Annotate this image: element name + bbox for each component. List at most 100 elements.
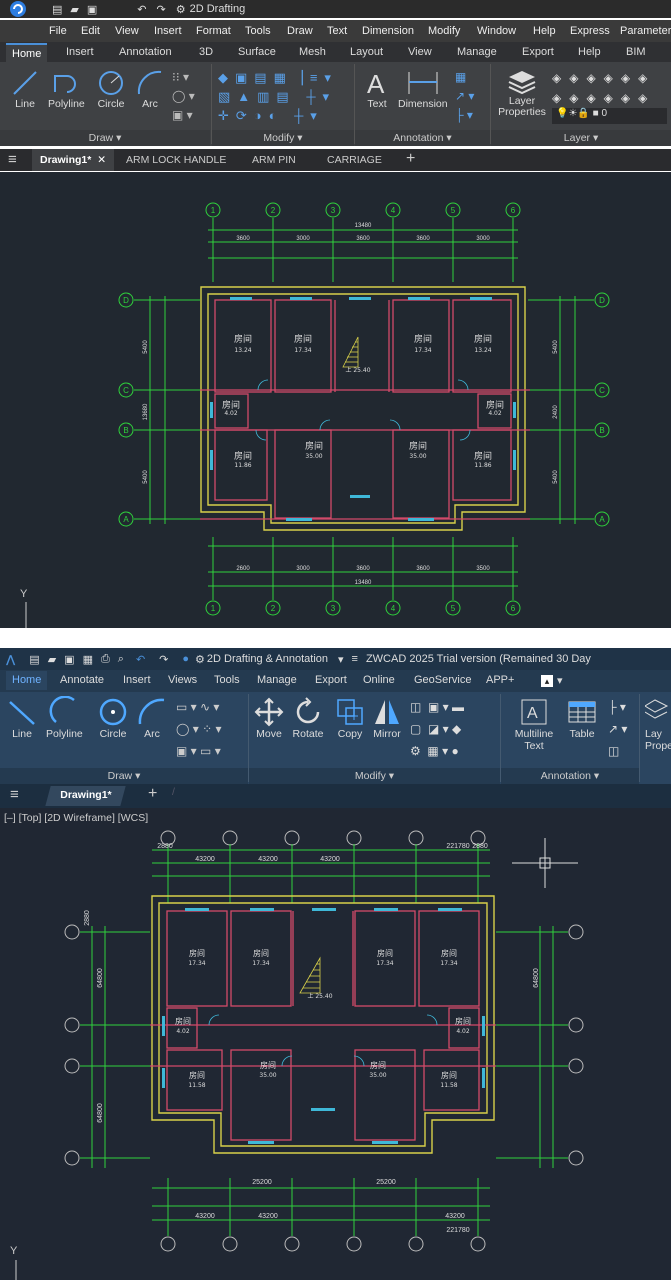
tab-help[interactable]: Help (578, 46, 601, 58)
annotation-panel-title[interactable]: Annotation ▾ (501, 768, 639, 784)
doc-tab-arm-lock-handle[interactable]: ARM LOCK HANDLE (126, 154, 226, 166)
help-icon[interactable]: ● (182, 653, 189, 665)
workspace-gear-icon[interactable]: ⚙ (195, 653, 205, 666)
tab-views[interactable]: Views (168, 674, 197, 686)
tab-manage[interactable]: Manage (457, 46, 497, 58)
tab-export[interactable]: Export (315, 674, 347, 686)
menu-express[interactable]: Express (570, 25, 610, 37)
tab-online[interactable]: Online (363, 674, 395, 686)
tab-manage[interactable]: Manage (257, 674, 297, 686)
move-button[interactable]: Move (253, 696, 285, 740)
copy-button[interactable]: Copy (334, 696, 366, 740)
layer-properties-label: Layer Properties (498, 95, 546, 118)
menu-text[interactable]: Text (327, 25, 347, 37)
doc-tab-drawing1[interactable]: Drawing1* (45, 786, 127, 806)
menu-dimension[interactable]: Dimension (362, 25, 414, 37)
multiline-text-button[interactable]: A Multiline Text (508, 696, 560, 752)
drawing-canvas[interactable]: [–] [Top] [2D Wireframe] [WCS] 2880 4320… (0, 808, 671, 1280)
tab-surface[interactable]: Surface (238, 46, 276, 58)
save-icon[interactable]: ▣ (87, 3, 97, 16)
layer-properties-button[interactable]: Lay Prope (645, 696, 671, 752)
tab-app-plus[interactable]: APP+ (486, 674, 514, 686)
redo-icon[interactable]: ↷ (157, 3, 166, 16)
menu-hamburger-icon[interactable]: ≡ (8, 151, 17, 168)
menu-parameter[interactable]: Parameter (620, 25, 671, 37)
menu-insert[interactable]: Insert (154, 25, 182, 37)
layer-dropdown[interactable]: 💡☀🔒 ■ 0 (552, 108, 667, 124)
save-icon[interactable]: ▣ (64, 653, 74, 666)
zw-logo-icon[interactable]: ⋀ (6, 653, 15, 666)
new-file-icon[interactable]: ▤ (29, 653, 39, 666)
mirror-button[interactable]: Mirror (371, 696, 403, 740)
layer-panel-title[interactable]: Layer ▾ (491, 130, 671, 146)
polyline-button[interactable]: Polyline (48, 68, 85, 110)
menu-window[interactable]: Window (477, 25, 516, 37)
dimension-button[interactable]: Dimension (398, 68, 448, 110)
tab-insert[interactable]: Insert (66, 46, 94, 58)
new-tab-plus-icon[interactable]: + (406, 150, 415, 168)
draw-panel-title[interactable]: Draw ▾ (0, 130, 210, 146)
draw-panel-title[interactable]: Draw ▾ (0, 768, 248, 784)
undo-icon[interactable]: ↶ (136, 653, 145, 666)
menu-edit[interactable]: Edit (81, 25, 100, 37)
open-file-icon[interactable]: ▰ (48, 653, 56, 666)
line-button[interactable]: Line (6, 696, 38, 740)
undo-icon[interactable]: ↶ (137, 3, 146, 16)
open-file-icon[interactable]: ▰ (70, 3, 78, 16)
svg-text:43200: 43200 (258, 856, 278, 863)
app-logo-icon[interactable] (6, 0, 32, 18)
menu-tools[interactable]: Tools (245, 25, 271, 37)
tab-3d[interactable]: 3D (199, 46, 213, 58)
new-tab-plus-icon[interactable]: + (148, 785, 157, 803)
circle-button[interactable]: Circle (97, 696, 129, 740)
menu-hamburger-icon[interactable]: ≡ (10, 786, 19, 803)
drawing-canvas[interactable]: 1 2 3 4 5 6 1 2 3 4 5 6 D C B A D C B A 13480 3600 3000 36… (0, 172, 671, 628)
annotation-panel-title[interactable]: Annotation ▾ (355, 130, 490, 146)
tab-annotate[interactable]: Annotate (60, 674, 104, 686)
menu-modify[interactable]: Modify (428, 25, 460, 37)
redo-icon[interactable]: ↷ (159, 653, 168, 666)
preview-icon[interactable]: ⌕ (118, 653, 124, 666)
saveas-icon[interactable]: ▦ (83, 653, 93, 666)
menu-file[interactable]: File (49, 25, 67, 37)
rotate-button[interactable]: Rotate (292, 696, 324, 740)
menu-view[interactable]: View (115, 25, 139, 37)
tab-home[interactable]: Home (6, 671, 48, 690)
line-button[interactable]: Line (10, 68, 40, 110)
tab-view[interactable]: View (408, 46, 432, 58)
tab-annotation[interactable]: Annotation (119, 46, 172, 58)
tab-insert[interactable]: Insert (123, 674, 151, 686)
print-icon[interactable]: ⎙ (101, 653, 110, 666)
tab-mesh[interactable]: Mesh (299, 46, 326, 58)
table-button[interactable]: Table (566, 696, 598, 740)
menu-help[interactable]: Help (533, 25, 556, 37)
doc-tab-carriage[interactable]: CARRIAGE (327, 154, 382, 166)
menu-draw[interactable]: Draw (287, 25, 313, 37)
workspace-dropdown-icon[interactable]: ▾ (338, 653, 344, 666)
text-button[interactable]: A Text (363, 68, 391, 110)
menu-format[interactable]: Format (196, 25, 231, 37)
layer-properties-button[interactable]: Layer Properties (496, 68, 548, 118)
qat-more-icon[interactable]: ≡ (352, 653, 358, 665)
workspace-name[interactable]: 2D Drafting & Annotation (207, 653, 328, 665)
viewport-label[interactable]: [–] [Top] [2D Wireframe] [WCS] (4, 812, 148, 824)
ribbon-minimize-dropdown-icon[interactable]: ▾ (557, 674, 563, 687)
tab-geoservice[interactable]: GeoService (414, 674, 471, 686)
workspace-gear-icon[interactable]: ⚙ (176, 3, 186, 16)
arc-button[interactable]: Arc (135, 68, 165, 110)
ribbon-minimize-icon[interactable]: ▴ (541, 675, 553, 687)
tab-export[interactable]: Export (522, 46, 554, 58)
polyline-button[interactable]: Polyline (46, 696, 83, 740)
tab-bim[interactable]: BIM (626, 46, 646, 58)
modify-panel-title[interactable]: Modify ▾ (249, 768, 500, 784)
tab-home[interactable]: Home (6, 43, 48, 62)
tab-tools[interactable]: Tools (214, 674, 240, 686)
circle-button[interactable]: Circle (96, 68, 126, 110)
new-file-icon[interactable]: ▤ (52, 3, 62, 16)
workspace-name[interactable]: 2D Drafting (190, 3, 246, 15)
modify-panel-title[interactable]: Modify ▾ (212, 130, 354, 146)
doc-tab-arm-pin[interactable]: ARM PIN (252, 154, 296, 166)
arc-button[interactable]: Arc (136, 696, 168, 740)
doc-tab-drawing1[interactable]: Drawing1* ✕ (32, 149, 114, 171)
tab-layout[interactable]: Layout (350, 46, 383, 58)
